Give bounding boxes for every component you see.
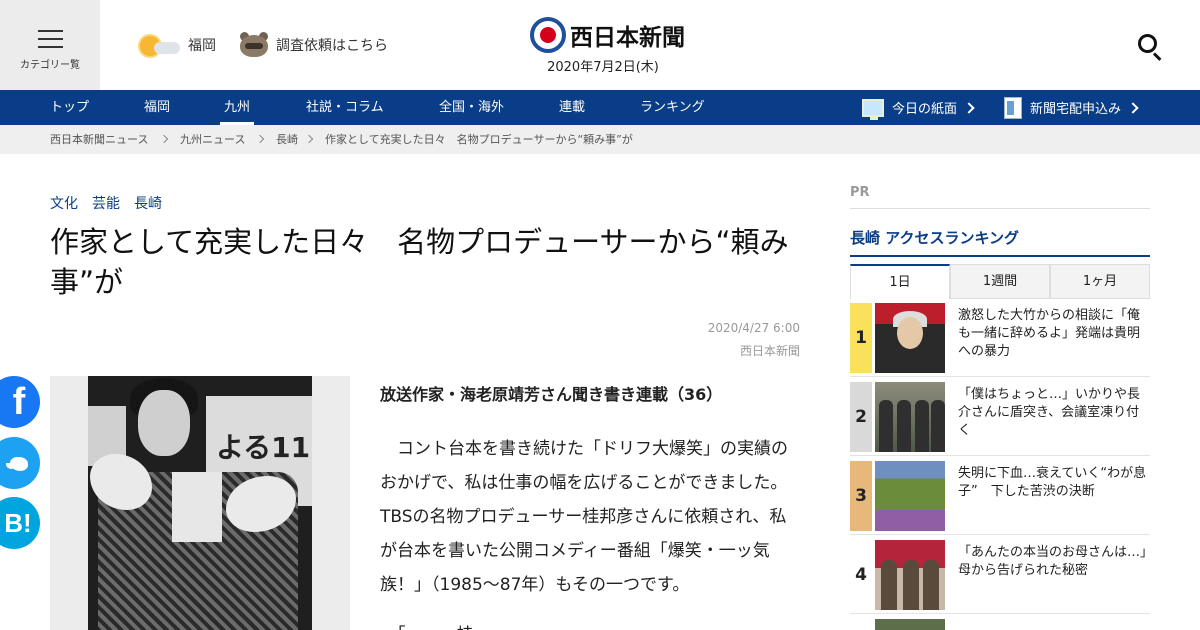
facebook-share-button[interactable]: f [0, 376, 40, 428]
ranking-item[interactable]: 3 失明に下血…衰えていく“わが息子” 下した苦渋の決断 [850, 457, 1150, 535]
breadcrumb-chevron-icon [255, 134, 265, 144]
article-photo[interactable]: よる11 [50, 376, 350, 630]
breadcrumb-kyushu[interactable]: 九州ニュース [180, 125, 245, 154]
divider [850, 208, 1150, 209]
breadcrumb-nagasaki[interactable]: 長崎 [276, 125, 298, 154]
rank-number: 4 [850, 540, 872, 610]
ranking-item[interactable] [850, 615, 1150, 630]
today-paper-link[interactable]: 今日の紙面 [862, 90, 975, 125]
article-paragraph: コント台本を書き続けた「ドリフ大爆笑」の実績のおかげで、私は仕事の幅を広げること… [380, 439, 788, 595]
weather-widget[interactable]: 福岡 [138, 30, 216, 60]
rank-number: 1 [850, 303, 872, 373]
ranking-thumbnail [875, 619, 945, 630]
weather-location: 福岡 [188, 38, 216, 54]
search-icon[interactable] [1136, 32, 1164, 61]
category-menu-button[interactable]: カテゴリー覧 [0, 0, 100, 90]
breadcrumb: 西日本新聞ニュース 九州ニュース 長崎 作家として充実した日々 名物プロデューサ… [0, 125, 1200, 154]
tag-culture[interactable]: 文化 [50, 196, 78, 212]
today-paper-label: 今日の紙面 [892, 102, 958, 117]
site-logo[interactable]: 西日本新聞 [530, 17, 685, 53]
tag-nagasaki[interactable]: 長崎 [134, 196, 162, 212]
article-date: 2020/4/27 6:00 [707, 321, 800, 335]
twitter-icon [6, 453, 32, 473]
ranking-headline: 失明に下血…衰えていく“わが息子” 下した苦渋の決断 [958, 466, 1147, 499]
facebook-icon: f [12, 380, 26, 423]
main-nav: トップ 福岡 九州 社説・コラム 全国・海外 連載 ランキング 今日の紙面 新聞… [0, 90, 1200, 125]
ranking-thumbnail [875, 540, 945, 610]
breadcrumb-chevron-icon [304, 134, 314, 144]
nav-ranking[interactable]: ランキング [640, 90, 705, 125]
delivery-label: 新聞宅配申込み [1030, 102, 1122, 117]
article-subhead: 放送作家・海老原靖芳さん聞き書き連載（36） [380, 385, 723, 404]
chevron-right-icon [963, 101, 975, 114]
rank-number: 2 [850, 382, 872, 452]
delivery-link[interactable]: 新聞宅配申込み [1004, 90, 1139, 125]
hatena-icon: B! [4, 507, 32, 538]
divider [850, 255, 1150, 257]
raccoon-icon [238, 31, 270, 59]
ranking-tabs: 1日 1週間 1ヶ月 [850, 264, 1150, 299]
breadcrumb-chevron-icon [159, 134, 169, 144]
newspaper-icon [1004, 96, 1022, 119]
category-menu-label: カテゴリー覧 [20, 60, 80, 71]
article-tags: 文化 芸能 長崎 [50, 193, 176, 213]
ranking-headline: 「あんたの本当のお母さんは…」母から告げられた秘密 [958, 545, 1147, 578]
ranking-headline: 激怒した大竹からの相談に「俺も一緒に辞めるよ」発端は貴明への暴力 [958, 308, 1141, 359]
ranking-thumbnail [875, 461, 945, 531]
ranking-headline: 「僕はちょっと…」いかりや長介さんに盾突き、会議室凍り付く [958, 387, 1141, 438]
photo-image: よる11 [88, 376, 312, 630]
nav-editorial[interactable]: 社説・コラム [306, 90, 384, 125]
nav-kyushu[interactable]: 九州 [219, 90, 255, 125]
photo-sign-text: よる11 [216, 431, 311, 464]
hamburger-icon [38, 30, 63, 48]
logo-text: 西日本新聞 [570, 24, 685, 51]
ranking-thumbnail [875, 382, 945, 452]
breadcrumb-home[interactable]: 西日本新聞ニュース [50, 125, 148, 154]
research-request-link[interactable]: 調査依頼はこちら [238, 30, 388, 60]
breadcrumb-current: 作家として充実した日々 名物プロデューサーから“頼み事”が [325, 133, 633, 146]
ranking-title: 長崎 アクセスランキング [850, 229, 1020, 247]
header-date: 2020年7月2日(木) [547, 60, 659, 75]
monitor-icon [862, 98, 884, 120]
tab-1week[interactable]: 1週間 [950, 264, 1050, 299]
nav-fukuoka[interactable]: 福岡 [144, 90, 170, 125]
nav-top[interactable]: トップ [50, 90, 89, 125]
tag-entertainment[interactable]: 芸能 [92, 196, 120, 212]
nav-national[interactable]: 全国・海外 [439, 90, 504, 125]
tab-1month[interactable]: 1ヶ月 [1050, 264, 1150, 299]
nav-series[interactable]: 連載 [559, 90, 585, 125]
research-request-label: 調査依頼はこちら [276, 38, 388, 54]
ranking-item[interactable]: 1 激怒した大竹からの相談に「俺も一緒に辞めるよ」発端は貴明への暴力 [850, 299, 1150, 377]
ranking-item[interactable]: 2 「僕はちょっと…」いかりや長介さんに盾突き、会議室凍り付く [850, 378, 1150, 456]
article-source: 西日本新聞 [739, 344, 800, 358]
twitter-share-button[interactable] [0, 437, 40, 489]
logo-mark-icon [530, 17, 566, 53]
article-title: 作家として充実した日々 名物プロデューサーから“頼み事”が [50, 225, 789, 299]
tab-1day[interactable]: 1日 [850, 264, 950, 299]
article-paragraph: 「……」桂…… [380, 618, 800, 630]
pr-label: PR [850, 185, 870, 200]
ranking-thumbnail [875, 303, 945, 373]
rank-number: 3 [850, 461, 872, 531]
ranking-item[interactable]: 4 「あんたの本当のお母さんは…」母から告げられた秘密 [850, 536, 1150, 614]
sun-cloud-icon [138, 30, 182, 60]
chevron-right-icon [1127, 101, 1139, 114]
hatena-bookmark-button[interactable]: B! [0, 497, 40, 549]
site-header: カテゴリー覧 福岡 調査依頼はこちら 西日本新聞 2020年7月2日(木) [0, 0, 1200, 90]
